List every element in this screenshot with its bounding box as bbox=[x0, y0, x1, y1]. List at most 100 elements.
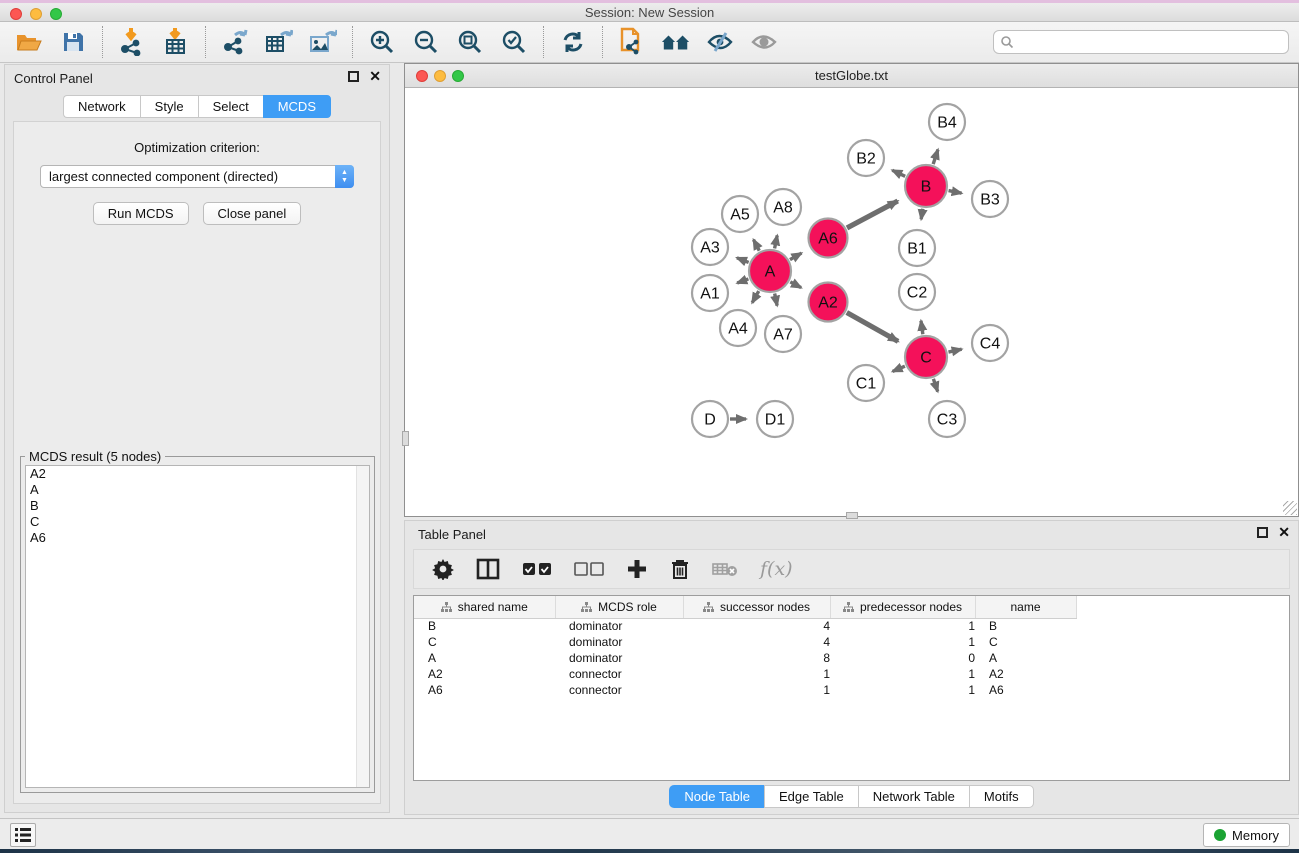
mcds-result-item[interactable]: A bbox=[26, 482, 369, 498]
table-cell[interactable]: 1 bbox=[830, 666, 975, 682]
table-row[interactable]: Cdominator41C bbox=[414, 634, 1076, 650]
graph-edge-B-B4[interactable] bbox=[933, 150, 938, 165]
graph-node-A2[interactable]: A2 bbox=[809, 283, 848, 322]
graph-node-D1[interactable]: D1 bbox=[757, 401, 793, 437]
table-cell[interactable]: 1 bbox=[830, 618, 975, 634]
graph-node-B[interactable]: B bbox=[905, 165, 947, 207]
table-cell[interactable]: dominator bbox=[555, 650, 683, 666]
zoom-fit-icon[interactable] bbox=[455, 27, 485, 57]
graph-edge-A-A1[interactable] bbox=[737, 279, 748, 283]
frame-resize-gripper[interactable] bbox=[1283, 501, 1297, 515]
column-header-shared-name[interactable]: shared name bbox=[414, 596, 555, 618]
graph-node-B4[interactable]: B4 bbox=[929, 104, 965, 140]
column-header-predecessor-nodes[interactable]: predecessor nodes bbox=[830, 596, 975, 618]
tab-mcds[interactable]: MCDS bbox=[263, 95, 331, 118]
checked-boxes-icon[interactable] bbox=[522, 561, 552, 577]
table-cell[interactable]: 8 bbox=[683, 650, 830, 666]
close-table-panel-icon[interactable]: ✕ bbox=[1278, 527, 1290, 538]
export-table-icon[interactable] bbox=[264, 27, 294, 57]
column-header-name[interactable]: name bbox=[975, 596, 1076, 618]
tab-motifs[interactable]: Motifs bbox=[969, 785, 1034, 808]
table-cell[interactable]: C bbox=[414, 634, 555, 650]
gear-icon[interactable] bbox=[432, 558, 454, 580]
graph-edge-B-B2[interactable] bbox=[892, 170, 905, 176]
scrollbar-track[interactable] bbox=[356, 466, 369, 787]
graph-node-A7[interactable]: A7 bbox=[765, 316, 801, 352]
open-file-icon[interactable] bbox=[14, 27, 44, 57]
search-input[interactable] bbox=[1014, 35, 1288, 49]
float-panel-icon[interactable] bbox=[348, 71, 359, 82]
show-eye-icon[interactable] bbox=[749, 27, 779, 57]
graph-edge-A-A6[interactable] bbox=[790, 253, 801, 260]
graph-edge-A2-C[interactable] bbox=[847, 313, 898, 342]
graph-edge-A-A3[interactable] bbox=[737, 258, 749, 263]
table-cell[interactable]: 0 bbox=[830, 650, 975, 666]
tab-network-table[interactable]: Network Table bbox=[858, 785, 969, 808]
frame-resize-handle-left[interactable] bbox=[402, 431, 409, 446]
graph-node-C[interactable]: C bbox=[905, 336, 947, 378]
mcds-result-item[interactable]: B bbox=[26, 498, 369, 514]
column-header-mcds-role[interactable]: MCDS role bbox=[555, 596, 683, 618]
table-cell[interactable]: dominator bbox=[555, 634, 683, 650]
tab-style[interactable]: Style bbox=[140, 95, 198, 118]
table-cell[interactable]: B bbox=[414, 618, 555, 634]
table-cell[interactable]: 1 bbox=[830, 682, 975, 698]
network-file-icon[interactable] bbox=[617, 27, 647, 57]
table-cell[interactable]: B bbox=[975, 618, 1076, 634]
graph-edge-A-A5[interactable] bbox=[754, 240, 760, 251]
criterion-select[interactable]: largest connected component (directed) ▲… bbox=[40, 165, 354, 188]
mcds-result-list[interactable]: A2ABCA6 bbox=[25, 465, 370, 788]
zoom-out-icon[interactable] bbox=[411, 27, 441, 57]
column-header-successor-nodes[interactable]: successor nodes bbox=[683, 596, 830, 618]
graph-node-A3[interactable]: A3 bbox=[692, 229, 728, 265]
float-table-panel-icon[interactable] bbox=[1257, 527, 1268, 538]
trash-icon[interactable] bbox=[670, 558, 690, 580]
save-session-icon[interactable] bbox=[58, 27, 88, 57]
graph-edge-A-A2[interactable] bbox=[790, 282, 801, 288]
tab-edge-table[interactable]: Edge Table bbox=[764, 785, 858, 808]
refresh-layout-icon[interactable] bbox=[558, 27, 588, 57]
table-cell[interactable]: A bbox=[414, 650, 555, 666]
node-table-area[interactable]: shared name MCDS role successor nodes pr… bbox=[413, 595, 1290, 781]
table-cell[interactable]: A6 bbox=[975, 682, 1076, 698]
unchecked-boxes-icon[interactable] bbox=[574, 561, 604, 577]
search-box[interactable] bbox=[993, 30, 1289, 54]
table-row[interactable]: A6connector11A6 bbox=[414, 682, 1076, 698]
graph-node-A4[interactable]: A4 bbox=[720, 310, 756, 346]
graph-edge-A-A4[interactable] bbox=[752, 291, 759, 303]
graph-edge-A-A7[interactable] bbox=[775, 294, 777, 306]
task-history-button[interactable] bbox=[10, 823, 36, 847]
hide-eye-icon[interactable] bbox=[705, 27, 735, 57]
graph-edge-C-C2[interactable] bbox=[921, 321, 923, 334]
table-cell[interactable]: A6 bbox=[414, 682, 555, 698]
mcds-result-item[interactable]: C bbox=[26, 514, 369, 530]
columns-icon[interactable] bbox=[476, 558, 500, 580]
table-cell[interactable]: 1 bbox=[683, 682, 830, 698]
graph-node-D[interactable]: D bbox=[692, 401, 728, 437]
frame-resize-handle-bottom[interactable] bbox=[846, 512, 858, 519]
graph-edge-B-B1[interactable] bbox=[921, 209, 923, 220]
table-row[interactable]: Adominator80A bbox=[414, 650, 1076, 666]
mcds-result-item[interactable]: A2 bbox=[26, 466, 369, 482]
tab-node-table[interactable]: Node Table bbox=[669, 785, 764, 808]
zoom-selected-icon[interactable] bbox=[499, 27, 529, 57]
graph-node-A[interactable]: A bbox=[749, 250, 791, 292]
memory-button[interactable]: Memory bbox=[1203, 823, 1290, 847]
add-icon[interactable] bbox=[626, 558, 648, 580]
graph-edge-C-C1[interactable] bbox=[893, 366, 905, 371]
zoom-in-icon[interactable] bbox=[367, 27, 397, 57]
graph-node-B1[interactable]: B1 bbox=[899, 230, 935, 266]
graph-edge-B-B3[interactable] bbox=[949, 191, 962, 194]
graph-edge-C-C3[interactable] bbox=[933, 379, 937, 392]
table-cell[interactable]: 1 bbox=[683, 666, 830, 682]
tab-select[interactable]: Select bbox=[198, 95, 263, 118]
close-panel-button[interactable]: Close panel bbox=[203, 202, 302, 225]
table-cell[interactable]: 4 bbox=[683, 618, 830, 634]
mcds-result-item[interactable]: A6 bbox=[26, 530, 369, 546]
export-image-icon[interactable] bbox=[308, 27, 338, 57]
graph-edge-A-A8[interactable] bbox=[775, 235, 778, 248]
network-window-titlebar[interactable]: testGlobe.txt bbox=[405, 64, 1298, 88]
export-network-icon[interactable] bbox=[220, 27, 250, 57]
graph-node-A8[interactable]: A8 bbox=[765, 189, 801, 225]
graph-edge-C-C4[interactable] bbox=[948, 349, 961, 352]
